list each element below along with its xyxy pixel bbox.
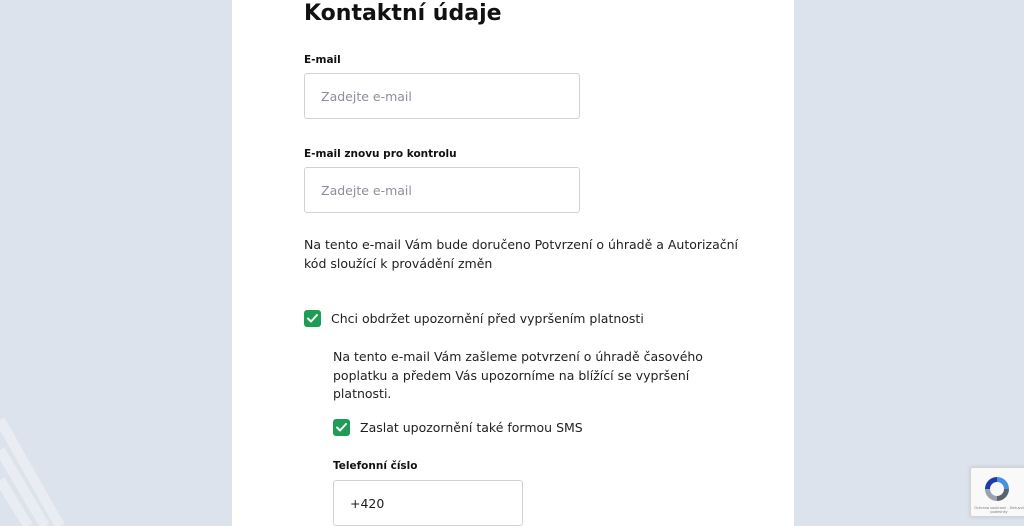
recaptcha-terms[interactable]: Ochrana soukromí - Smluvní podmínky: [973, 506, 1024, 514]
section-title: Kontaktní údaje: [304, 1, 502, 26]
phone-input[interactable]: [333, 480, 523, 526]
email-input[interactable]: [304, 73, 580, 119]
check-icon: [307, 314, 318, 323]
checkbox-checked[interactable]: [333, 419, 350, 436]
email-note-line: Na tento e-mail Vám bude doručeno Potvrz…: [304, 237, 738, 252]
email-note: Na tento e-mail Vám bude doručeno Potvrz…: [304, 236, 738, 273]
expiry-note-line: platnosti.: [333, 386, 392, 401]
email-note-line: kód sloužící k provádění změn: [304, 255, 493, 271]
background-decoration: [0, 400, 232, 526]
expiry-notification-note: Na tento e-mail Vám zašleme potvrzení o …: [333, 348, 703, 404]
check-icon: [336, 423, 347, 432]
expiry-note-line: poplatku a předem Vás upozorníme na blíž…: [333, 367, 690, 383]
contact-details-card: Kontaktní údaje E-mail E-mail znovu pro …: [232, 0, 794, 526]
sms-notification-label: Zaslat upozornění také formou SMS: [360, 420, 583, 435]
expiry-notification-checkbox[interactable]: Chci obdržet upozornění před vypršením p…: [304, 310, 644, 327]
email-confirm-label: E-mail znovu pro kontrolu: [304, 148, 457, 160]
recaptcha-badge[interactable]: Ochrana soukromí - Smluvní podmínky: [970, 467, 1024, 517]
recaptcha-logo-icon: [985, 477, 1009, 501]
email-confirm-input[interactable]: [304, 167, 580, 213]
expiry-note-line: Na tento e-mail Vám zašleme potvrzení o …: [333, 349, 703, 364]
checkbox-checked[interactable]: [304, 310, 321, 327]
email-label: E-mail: [304, 54, 341, 66]
phone-label: Telefonní číslo: [333, 460, 418, 472]
sms-notification-checkbox[interactable]: Zaslat upozornění také formou SMS: [333, 419, 583, 436]
expiry-notification-label: Chci obdržet upozornění před vypršením p…: [331, 311, 644, 326]
